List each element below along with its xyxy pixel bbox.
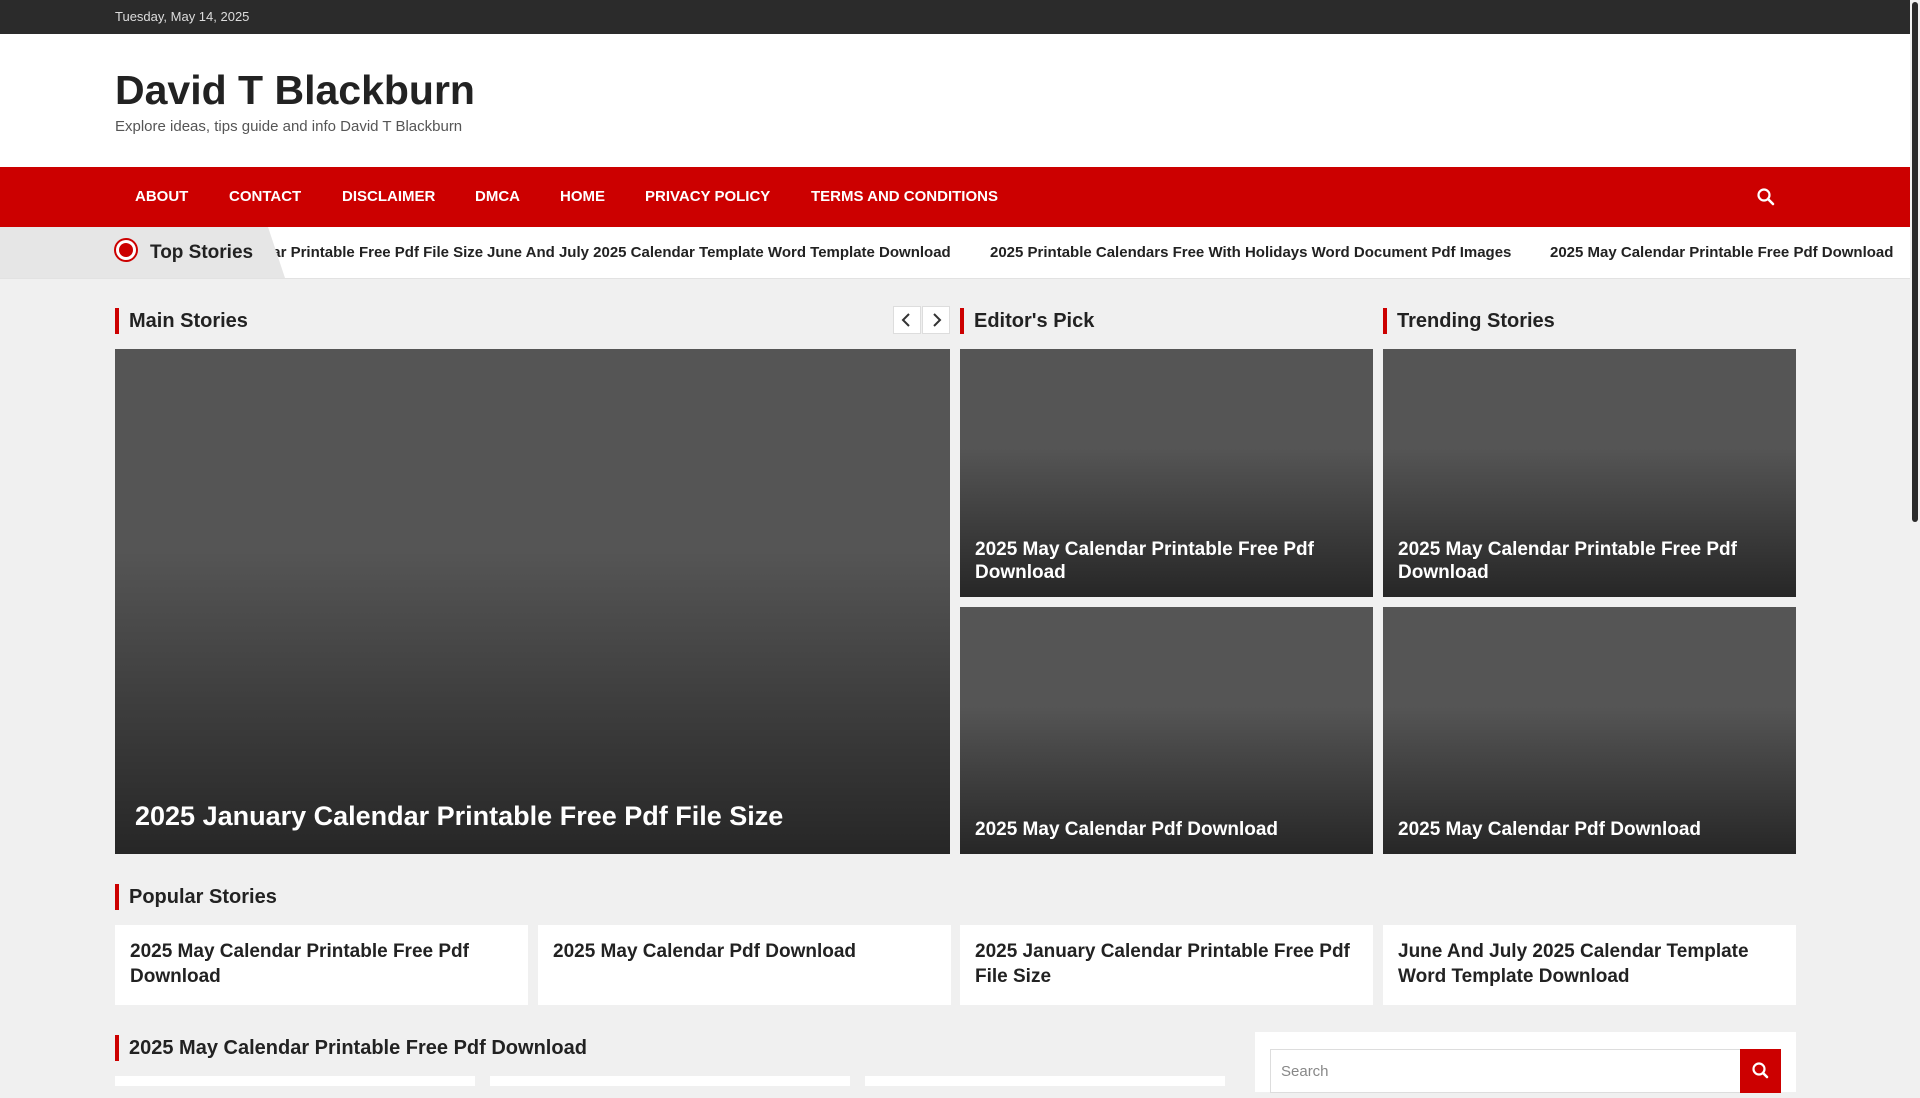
featured-story-title[interactable]: 2025 January Calendar Printable Free Pdf… bbox=[135, 800, 935, 834]
sidebar-search-widget bbox=[1255, 1032, 1796, 1093]
popular-story-card[interactable]: 2025 May Calendar Pdf Download bbox=[538, 925, 951, 1005]
popular-story-card[interactable]: June And July 2025 Calendar Template Wor… bbox=[1383, 925, 1796, 1005]
editors-pick-card[interactable]: 2025 May Calendar Printable Free Pdf Dow… bbox=[960, 349, 1373, 597]
card-title[interactable]: 2025 May Calendar Printable Free Pdf Dow… bbox=[1398, 538, 1781, 586]
popular-story-title[interactable]: 2025 May Calendar Pdf Download bbox=[553, 939, 936, 964]
top-stories-ticker: 2025 January Calendar Printable Free Pdf… bbox=[0, 227, 1910, 279]
card-title[interactable]: 2025 May Calendar Pdf Download bbox=[975, 818, 1358, 842]
popular-story-title[interactable]: June And July 2025 Calendar Template Wor… bbox=[1398, 939, 1781, 989]
page-scrollbar[interactable] bbox=[1910, 0, 1920, 1080]
nav-item-disclaimer[interactable]: DISCLAIMER bbox=[342, 167, 435, 227]
editors-pick-heading: Editor's Pick bbox=[960, 308, 1094, 334]
popular-stories-heading: Popular Stories bbox=[115, 884, 277, 910]
popular-story-title[interactable]: 2025 May Calendar Printable Free Pdf Dow… bbox=[130, 939, 513, 989]
current-date: Tuesday, May 14, 2025 bbox=[115, 9, 250, 24]
ticker-track: 2025 January Calendar Printable Free Pdf… bbox=[0, 227, 1910, 278]
nav-item-dmca[interactable]: DMCA bbox=[475, 167, 520, 227]
sidebar-search-input[interactable] bbox=[1270, 1049, 1741, 1093]
card-title[interactable]: 2025 May Calendar Pdf Download bbox=[1398, 818, 1781, 842]
nav-item-terms-and-conditions[interactable]: TERMS AND CONDITIONS bbox=[811, 167, 998, 227]
nav-item-privacy-policy[interactable]: PRIVACY POLICY bbox=[645, 167, 770, 227]
sidebar-search-button[interactable] bbox=[1740, 1049, 1781, 1093]
top-bar: Tuesday, May 14, 2025 bbox=[0, 0, 1910, 34]
trending-story-card[interactable]: 2025 May Calendar Printable Free Pdf Dow… bbox=[1383, 349, 1796, 597]
chevron-left-icon bbox=[901, 313, 910, 327]
trending-story-card[interactable]: 2025 May Calendar Pdf Download bbox=[1383, 607, 1796, 854]
main-stories-heading: Main Stories bbox=[115, 308, 248, 334]
ticker-item[interactable]: 2025 May Calendar Printable Free Pdf Dow… bbox=[1550, 244, 1893, 261]
scrollbar-thumb[interactable] bbox=[1912, 2, 1918, 522]
featured-story-card[interactable]: 2025 January Calendar Printable Free Pdf… bbox=[115, 349, 950, 854]
nav-item-contact[interactable]: CONTACT bbox=[229, 167, 301, 227]
live-dot-icon bbox=[119, 243, 133, 257]
site-header: David T Blackburn Explore ideas, tips gu… bbox=[0, 34, 1910, 167]
category-heading: 2025 May Calendar Printable Free Pdf Dow… bbox=[115, 1035, 587, 1061]
post-card[interactable] bbox=[115, 1076, 475, 1086]
chevron-right-icon bbox=[933, 313, 942, 327]
popular-story-title[interactable]: 2025 January Calendar Printable Free Pdf… bbox=[975, 939, 1358, 989]
site-title[interactable]: David T Blackburn bbox=[115, 67, 475, 114]
trending-stories-heading: Trending Stories bbox=[1383, 308, 1555, 334]
search-icon[interactable] bbox=[1756, 187, 1776, 207]
post-card[interactable] bbox=[865, 1076, 1225, 1086]
ticker-item[interactable]: June And July 2025 Calendar Template Wor… bbox=[487, 244, 951, 261]
next-arrow-button[interactable] bbox=[922, 306, 950, 334]
editors-pick-card[interactable]: 2025 May Calendar Pdf Download bbox=[960, 607, 1373, 854]
ticker-item[interactable]: 2025 Printable Calendars Free With Holid… bbox=[990, 244, 1511, 261]
nav-item-home[interactable]: HOME bbox=[560, 167, 605, 227]
post-card[interactable] bbox=[490, 1076, 850, 1086]
prev-arrow-button[interactable] bbox=[893, 306, 921, 334]
popular-story-card[interactable]: 2025 January Calendar Printable Free Pdf… bbox=[960, 925, 1373, 1005]
ticker-label: Top Stories bbox=[150, 242, 254, 263]
ticker-label-box: Top Stories bbox=[0, 227, 285, 278]
main-nav: ABOUT CONTACT DISCLAIMER DMCA HOME PRIVA… bbox=[0, 167, 1910, 227]
nav-item-about[interactable]: ABOUT bbox=[135, 167, 188, 227]
card-title[interactable]: 2025 May Calendar Printable Free Pdf Dow… bbox=[975, 538, 1358, 586]
site-description: Explore ideas, tips guide and info David… bbox=[115, 118, 463, 135]
popular-story-card[interactable]: 2025 May Calendar Printable Free Pdf Dow… bbox=[115, 925, 528, 1005]
search-icon bbox=[1752, 1062, 1769, 1079]
